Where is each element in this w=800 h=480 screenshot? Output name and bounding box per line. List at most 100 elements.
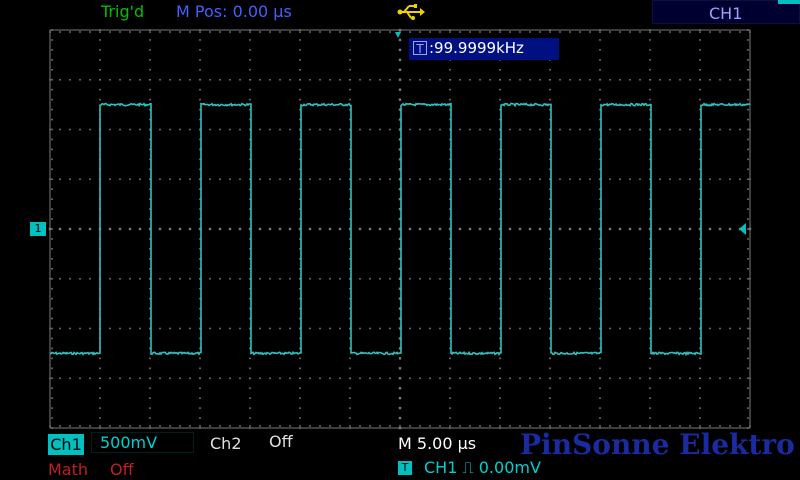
grid-dot xyxy=(559,128,561,131)
grid-dot xyxy=(129,425,131,427)
math-state[interactable]: Off xyxy=(110,460,134,480)
trigger-source[interactable]: CH1 ⎍ 0.00mV xyxy=(424,458,541,478)
grid-dot xyxy=(169,425,171,427)
grid-dot xyxy=(109,377,111,380)
grid-dot xyxy=(99,49,101,51)
grid-dot xyxy=(79,31,81,33)
grid-dot xyxy=(419,425,421,427)
grid-dot xyxy=(747,397,749,399)
grid-dot xyxy=(589,327,591,330)
grid-dot xyxy=(109,31,111,33)
grid-dot xyxy=(749,277,751,280)
grid-dot xyxy=(519,327,521,330)
grid-dot xyxy=(299,425,301,427)
grid-dot xyxy=(429,128,431,131)
grid-dot xyxy=(509,277,511,280)
grid-dot xyxy=(699,98,701,101)
grid-dot xyxy=(398,48,402,52)
grid-dot xyxy=(699,29,701,31)
grid-dot xyxy=(179,31,181,33)
grid-dot xyxy=(51,178,53,181)
grid-dot xyxy=(169,178,171,181)
grid-dot xyxy=(747,268,749,270)
ch1-scale[interactable]: 500mV xyxy=(91,432,194,453)
grid-dot xyxy=(99,39,101,41)
grid-dot xyxy=(499,31,501,33)
grid-dot xyxy=(299,427,301,429)
grid-dot xyxy=(329,327,331,330)
grid-dot xyxy=(589,425,591,427)
grid-dot xyxy=(299,59,301,61)
grid-dot xyxy=(649,417,651,419)
ch1-tag[interactable]: Ch1 xyxy=(48,434,84,455)
grid-dot xyxy=(479,377,481,380)
grid-dot xyxy=(51,69,53,71)
grid-dot xyxy=(499,367,501,370)
grid-dot xyxy=(747,367,749,370)
grid-dot xyxy=(539,178,541,181)
grid-dot xyxy=(479,178,481,181)
grid-dot xyxy=(51,39,53,41)
grid-dot xyxy=(599,78,601,81)
grid-dot xyxy=(729,425,731,427)
grid-dot xyxy=(449,387,451,389)
grid-dot xyxy=(469,327,471,330)
grid-dot xyxy=(199,407,201,409)
grid-dot xyxy=(649,59,651,61)
grid-dot xyxy=(359,78,361,81)
ch2-state[interactable]: Off xyxy=(257,432,355,453)
grid-dot xyxy=(349,397,351,399)
grid-dot xyxy=(398,416,402,420)
grid-dot xyxy=(429,377,431,380)
grid-dot xyxy=(718,227,722,231)
grid-dot xyxy=(669,178,671,181)
grid-dot xyxy=(339,31,341,33)
grid-dot xyxy=(299,397,301,399)
grid-dot xyxy=(51,118,53,121)
grid-dot xyxy=(749,425,751,427)
grid-dot xyxy=(469,78,471,81)
grid-dot xyxy=(51,88,53,91)
grid-dot xyxy=(49,78,51,81)
grid-dot xyxy=(729,277,731,280)
grid-dot xyxy=(398,58,402,62)
grid-dot xyxy=(59,277,61,280)
grid-dot xyxy=(699,357,701,360)
grid-dot xyxy=(51,78,53,81)
grid-dot xyxy=(219,31,221,33)
grid-dot xyxy=(599,367,601,370)
grid-dot xyxy=(51,59,53,61)
grid-dot xyxy=(149,59,151,61)
grid-dot xyxy=(398,406,402,410)
grid-dot xyxy=(499,357,501,360)
grid-dot xyxy=(51,198,53,200)
grid-dot xyxy=(747,337,749,340)
grid-dot xyxy=(339,327,341,330)
timebase[interactable]: M 5.00 µs xyxy=(398,434,476,454)
grid-dot xyxy=(51,248,53,250)
grid-dot xyxy=(139,31,141,33)
grid-dot xyxy=(149,425,151,427)
grid-dot xyxy=(609,178,611,181)
ch2-label[interactable]: Ch2 xyxy=(210,434,242,454)
math-label[interactable]: Math xyxy=(48,460,88,480)
grid-dot xyxy=(538,227,542,231)
grid-dot xyxy=(199,357,201,360)
grid-dot xyxy=(499,417,501,419)
grid-dot xyxy=(747,69,749,71)
grid-dot xyxy=(569,425,571,427)
grid-dot xyxy=(119,31,121,33)
grid-dot xyxy=(99,377,101,380)
grid-dot xyxy=(519,31,521,33)
grid-dot xyxy=(419,327,421,330)
grid-dot xyxy=(599,29,601,31)
grid-dot xyxy=(289,128,291,131)
grid-dot xyxy=(747,248,749,250)
grid-dot xyxy=(238,227,242,231)
grid-dot xyxy=(489,78,491,81)
grid-dot xyxy=(219,377,221,380)
grid-dot xyxy=(747,258,749,260)
grid-dot xyxy=(649,377,651,380)
grid-dot xyxy=(79,327,81,330)
grid-dot xyxy=(379,425,381,427)
